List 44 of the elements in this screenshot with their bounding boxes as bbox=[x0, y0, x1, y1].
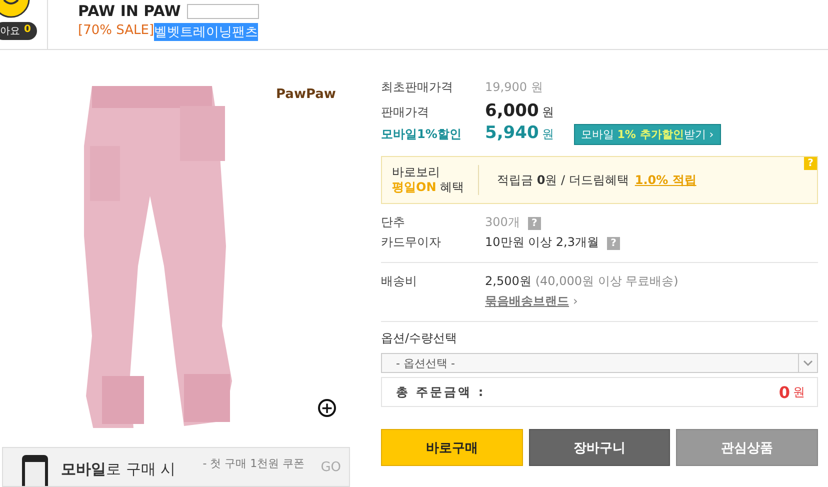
price-label: 판매가격 bbox=[381, 104, 430, 121]
banner-title: 모바일로 구매 시 bbox=[61, 460, 176, 479]
zoom-button[interactable]: + bbox=[318, 399, 336, 417]
chevron-icon: › bbox=[573, 294, 578, 308]
help-icon[interactable]: ? bbox=[606, 237, 620, 250]
buy-now-button[interactable]: 바로구매 bbox=[381, 429, 523, 466]
reward-text: 적립금 0원 / 더드림혜택 bbox=[497, 172, 629, 188]
price-unit: 원 bbox=[531, 79, 543, 96]
benefit-label: 바로보리 평일ON 혜택 bbox=[382, 165, 479, 195]
price-label: 모바일1%할인 bbox=[381, 126, 462, 143]
info-value: 10만원 이상 2,3개월 bbox=[485, 234, 599, 251]
price-value: 6,000 bbox=[485, 101, 539, 121]
phone-icon bbox=[21, 454, 49, 486]
price-label: 최초판매가격 bbox=[381, 79, 454, 96]
sale-tag: [70% SALE] bbox=[78, 23, 154, 41]
info-label: 카드무이자 bbox=[381, 234, 442, 251]
mobile-banner[interactable]: 모바일로 구매 시 - 첫 구매 1천원 쿠폰 GO bbox=[2, 447, 350, 487]
brand-name: PAW IN PAW bbox=[78, 2, 181, 20]
help-icon[interactable]: ? bbox=[528, 217, 541, 230]
wishlist-button[interactable]: 관심상품 bbox=[676, 429, 818, 466]
price-unit: 원 bbox=[542, 104, 554, 121]
price-value: 5,940 bbox=[485, 123, 539, 143]
like-count: 0 bbox=[24, 24, 31, 37]
price-value: 19,900 bbox=[485, 80, 527, 94]
bundle-shipping-link[interactable]: 묶음배송브랜드 bbox=[485, 293, 569, 310]
like-badge[interactable]: 아요 0 bbox=[0, 22, 37, 40]
info-label: 단추 bbox=[381, 214, 406, 231]
price-unit: 원 bbox=[542, 126, 554, 143]
cart-button[interactable]: 장바구니 bbox=[528, 429, 670, 466]
product-name: 벨벳트레이닝팬츠 bbox=[154, 23, 258, 41]
info-value: 300개 bbox=[485, 214, 520, 231]
shipping-label: 배송비 bbox=[381, 273, 418, 290]
option-select[interactable]: - 옵션선택 - bbox=[381, 353, 818, 373]
total-value: 0 bbox=[778, 382, 790, 402]
select-value: - 옵션선택 - bbox=[396, 356, 455, 370]
option-label: 옵션/수량선택 bbox=[381, 330, 458, 347]
shipping-fee: 2,500원 bbox=[485, 273, 532, 290]
total-label: 총 주문금액 : bbox=[396, 384, 486, 400]
banner-note: - 첫 구매 1천원 쿠폰 bbox=[202, 456, 305, 471]
total-unit: 원 bbox=[793, 384, 805, 400]
mobile-discount-button[interactable]: 모바일 1% 추가할인받기 › bbox=[574, 124, 721, 144]
brand-logo: PawPaw bbox=[276, 87, 336, 102]
shipping-note: (40,000원 이상 무료배송) bbox=[535, 273, 678, 290]
like-label: 아요 bbox=[0, 25, 20, 38]
